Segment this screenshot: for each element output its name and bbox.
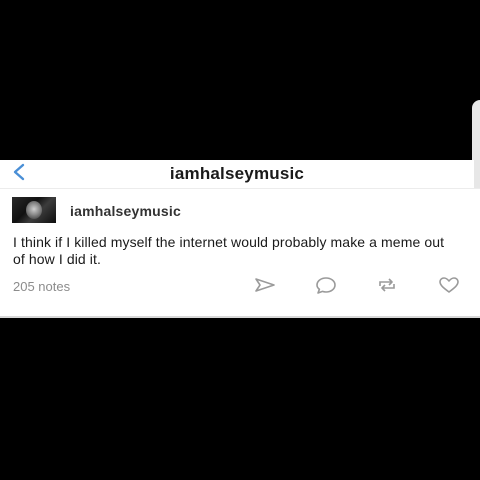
like-button[interactable] [436, 275, 462, 299]
post-footer: 205 notes [0, 275, 480, 301]
post-card: iamhalseymusic I think if I killed mysel… [0, 188, 480, 317]
page-title: iamhalseymusic [169, 164, 305, 183]
divider [0, 316, 480, 318]
share-button[interactable] [252, 275, 278, 299]
avatar-image [26, 201, 42, 219]
post-text: I think if I killed myself the internet … [13, 234, 445, 267]
post-header: iamhalseymusic [0, 195, 480, 227]
reblog-button[interactable] [374, 275, 400, 299]
navigation-bar: iamhalseymusic [0, 160, 474, 188]
post-username[interactable]: iamhalseymusic [70, 203, 181, 219]
share-icon [253, 276, 277, 299]
notes-count[interactable]: 205 notes [13, 279, 70, 294]
reply-button[interactable] [313, 275, 339, 299]
reblog-icon [375, 275, 399, 300]
screen: iamhalseymusic iamhalseymusic I think if… [0, 0, 480, 480]
heart-icon [437, 275, 461, 300]
avatar[interactable] [12, 197, 56, 223]
reply-icon [314, 275, 338, 300]
